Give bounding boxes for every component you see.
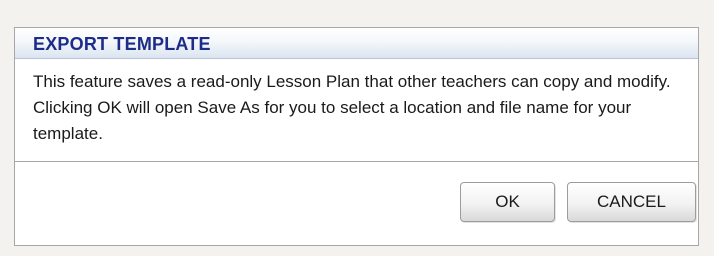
cancel-button[interactable]: CANCEL xyxy=(567,182,696,222)
ok-button[interactable]: OK xyxy=(460,182,555,222)
export-template-dialog: EXPORT TEMPLATE This feature saves a rea… xyxy=(14,27,699,246)
page-background: EXPORT TEMPLATE This feature saves a rea… xyxy=(0,0,714,256)
dialog-title: EXPORT TEMPLATE xyxy=(33,34,211,54)
dialog-message: This feature saves a read-only Lesson Pl… xyxy=(33,72,671,143)
dialog-divider xyxy=(15,161,698,162)
dialog-title-bar: EXPORT TEMPLATE xyxy=(15,28,698,59)
